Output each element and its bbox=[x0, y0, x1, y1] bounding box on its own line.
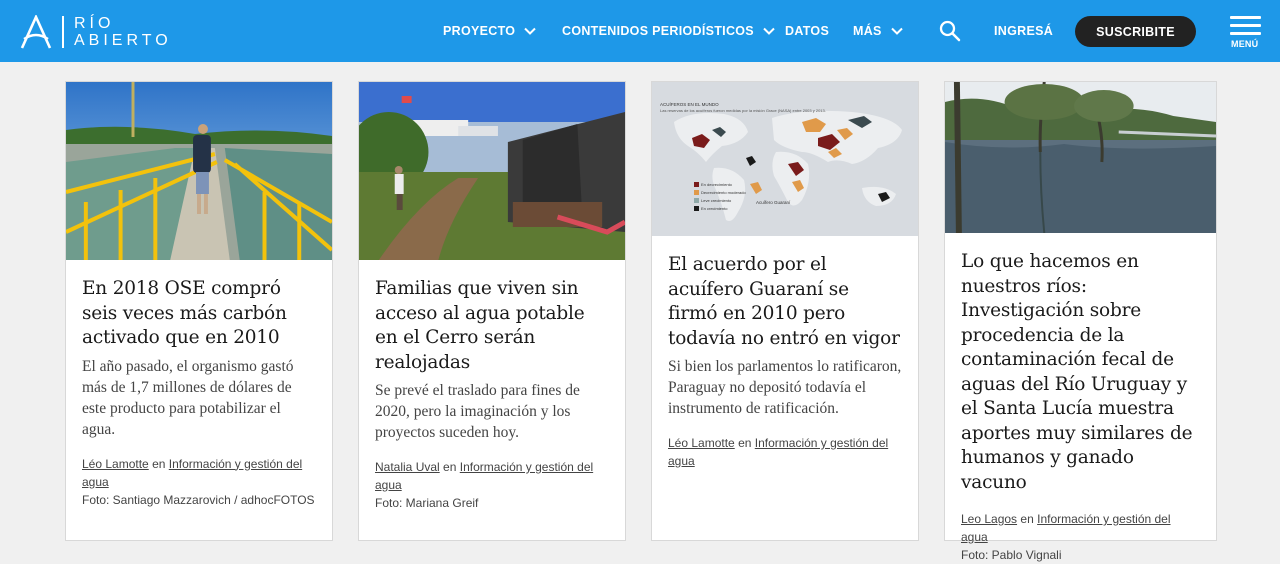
nav-proyecto-label: PROYECTO bbox=[443, 24, 516, 38]
author-link[interactable]: Natalia Uval bbox=[375, 460, 440, 474]
logo-wordmark: RÍO ABIERTO bbox=[74, 15, 172, 49]
byline-connector: en bbox=[738, 436, 752, 450]
nav-datos-label: DATOS bbox=[785, 24, 830, 38]
article-image-flooded-river[interactable] bbox=[945, 82, 1216, 233]
nav-contenidos-label: CONTENIDOS PERIODÍSTICOS bbox=[562, 24, 754, 38]
nav-datos[interactable]: DATOS bbox=[785, 24, 829, 38]
map-guarani-label: Acuífero Guaraní bbox=[756, 200, 791, 205]
menu-button[interactable]: MENÚ bbox=[1230, 16, 1262, 50]
byline-connector: en bbox=[443, 460, 457, 474]
search-icon[interactable] bbox=[939, 20, 961, 42]
nav-contenidos-periodisticos[interactable]: CONTENIDOS PERIODÍSTICOS bbox=[562, 24, 775, 38]
map-legend-item: En crecimiento bbox=[701, 206, 728, 211]
map-legend-item: En decrecimiento bbox=[701, 182, 732, 187]
nav-mas[interactable]: MÁS bbox=[853, 24, 903, 38]
map-legend-title: ACUÍFEROS EN EL MUNDO bbox=[660, 102, 719, 107]
article-body: En 2018 OSE compró seis veces más carbón… bbox=[66, 277, 332, 509]
article-title[interactable]: Lo que hacemos en nuestros ríos: Investi… bbox=[961, 250, 1200, 495]
map-legend-subtitle: Las reservas de los acuíferos fueron med… bbox=[660, 108, 826, 113]
menu-label: MENÚ bbox=[1231, 39, 1259, 49]
logo-line-1: RÍO bbox=[74, 15, 115, 32]
photo-credit: Foto: Pablo Vignali bbox=[961, 548, 1062, 562]
author-link[interactable]: Léo Lamotte bbox=[668, 436, 735, 450]
article-image-settlement[interactable] bbox=[359, 82, 625, 260]
article-summary: Se prevé el traslado para fines de 2020,… bbox=[375, 382, 580, 441]
article-title[interactable]: Familias que viven sin acceso al agua po… bbox=[375, 277, 609, 375]
hamburger-icon bbox=[1230, 16, 1261, 19]
rio-abierto-logo[interactable]: RÍO ABIERTO bbox=[20, 15, 172, 49]
article-card[interactable]: ACUÍFEROS EN EL MUNDO Las reservas de lo… bbox=[651, 81, 919, 541]
photo-credit: Foto: Mariana Greif bbox=[375, 496, 479, 510]
author-link[interactable]: Léo Lamotte bbox=[82, 457, 149, 471]
login-label: INGRESÁ bbox=[994, 24, 1054, 38]
author-link[interactable]: Leo Lagos bbox=[961, 512, 1017, 526]
map-legend-item: Leve crecimiento bbox=[701, 198, 732, 203]
article-meta: Leo Lagos en Información y gestión del a… bbox=[961, 510, 1200, 564]
article-title[interactable]: En 2018 OSE compró seis veces más carbón… bbox=[82, 277, 316, 351]
photo-credit: Foto: Santiago Mazzarovich / adhocFOTOS bbox=[82, 492, 315, 507]
article-title[interactable]: El acuerdo por el acuífero Guaraní se fi… bbox=[668, 253, 902, 351]
article-image-aquifer-map[interactable]: ACUÍFEROS EN EL MUNDO Las reservas de lo… bbox=[652, 82, 918, 236]
byline-connector: en bbox=[152, 456, 166, 471]
logo-line-2: ABIERTO bbox=[74, 32, 172, 49]
top-navigation-bar: RÍO ABIERTO PROYECTO CONTENIDOS PERIODÍS… bbox=[0, 0, 1280, 62]
article-body: El acuerdo por el acuífero Guaraní se fi… bbox=[652, 253, 918, 470]
article-summary: Si bien los parlamentos lo ratificaron, … bbox=[668, 358, 902, 417]
map-legend-item: Decrecimiento moderado bbox=[701, 190, 746, 195]
hamburger-icon-bar bbox=[1230, 24, 1261, 27]
logo-divider bbox=[62, 16, 64, 48]
article-body: Lo que hacemos en nuestros ríos: Investi… bbox=[945, 250, 1216, 564]
nav-proyecto[interactable]: PROYECTO bbox=[443, 24, 537, 38]
nav-mas-label: MÁS bbox=[853, 24, 882, 38]
logo-a-icon bbox=[20, 15, 52, 49]
article-meta: Natalia Uval en Información y gestión de… bbox=[375, 458, 609, 512]
chevron-down-icon bbox=[763, 27, 775, 35]
article-image-water-plant[interactable] bbox=[66, 82, 332, 260]
chevron-down-icon bbox=[890, 27, 903, 35]
subscribe-button[interactable]: SUSCRIBITE bbox=[1075, 16, 1196, 47]
article-card[interactable]: En 2018 OSE compró seis veces más carbón… bbox=[65, 81, 333, 541]
article-meta: Léo Lamotte en Información y gestión del… bbox=[82, 455, 316, 509]
hamburger-icon-bar bbox=[1230, 32, 1261, 35]
article-body: Familias que viven sin acceso al agua po… bbox=[359, 277, 625, 512]
byline-connector: en bbox=[1020, 512, 1034, 526]
article-meta: Léo Lamotte en Información y gestión del… bbox=[668, 434, 902, 470]
chevron-down-icon bbox=[524, 27, 537, 35]
article-summary: El año pasado, el organismo gastó más de… bbox=[82, 357, 294, 438]
article-card[interactable]: Lo que hacemos en nuestros ríos: Investi… bbox=[944, 81, 1217, 562]
login-link[interactable]: INGRESÁ bbox=[994, 24, 1053, 38]
subscribe-label: SUSCRIBITE bbox=[1096, 24, 1175, 39]
article-card[interactable]: Familias que viven sin acceso al agua po… bbox=[358, 81, 626, 541]
